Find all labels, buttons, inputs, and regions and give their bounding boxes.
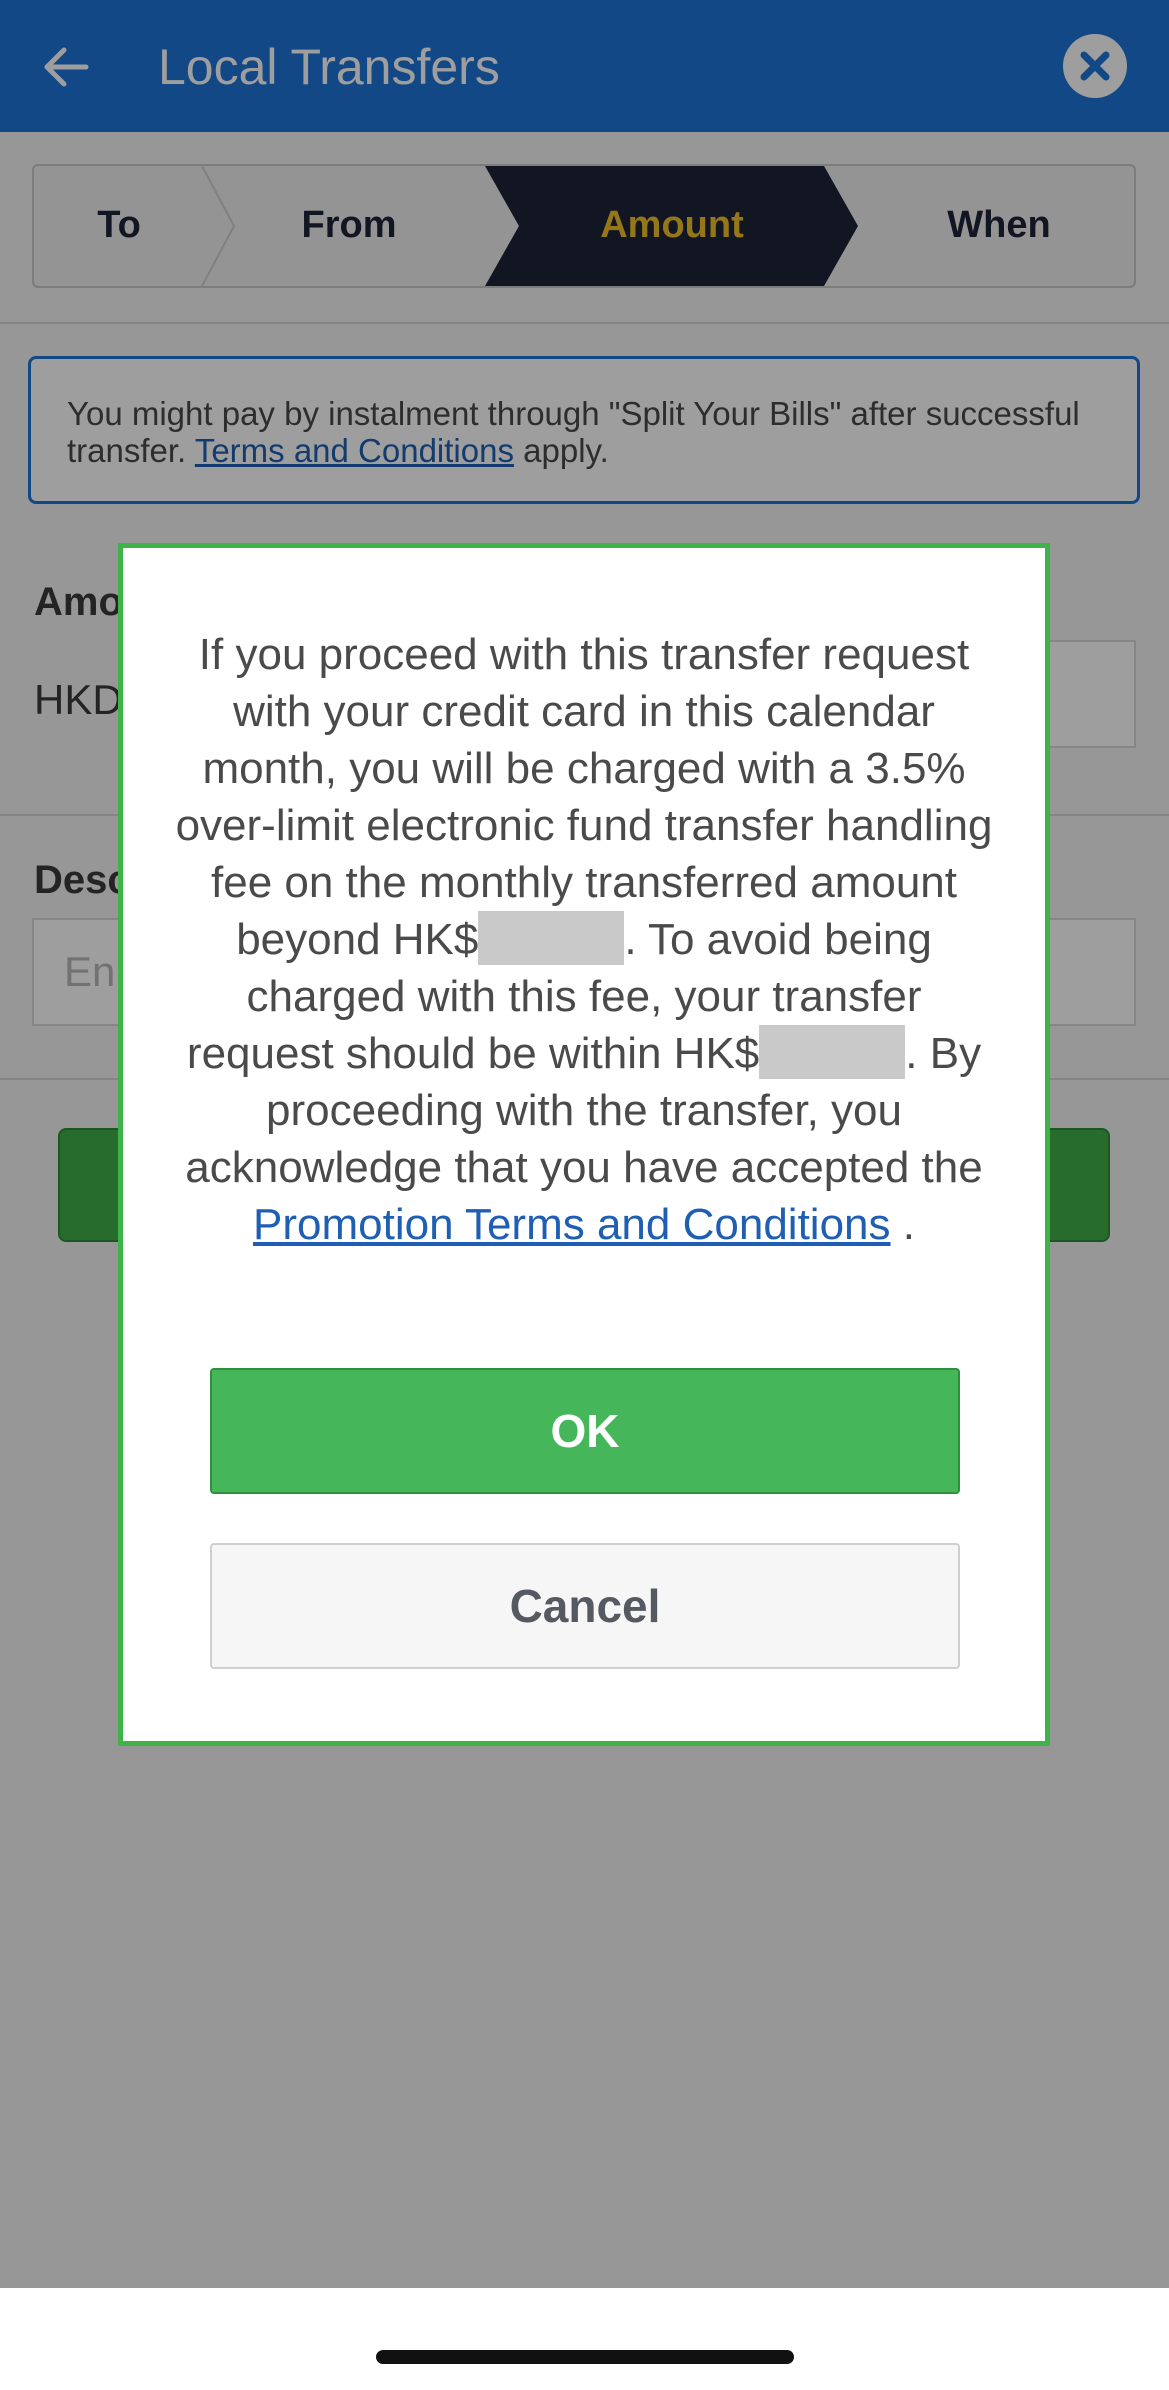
over-limit-fee-dialog: If you proceed with this transfer reques… <box>118 543 1050 1746</box>
masked-amount <box>478 911 625 966</box>
promotion-terms-link[interactable]: Promotion Terms and Conditions <box>253 1200 891 1249</box>
ok-button[interactable]: OK <box>210 1368 960 1494</box>
dialog-message: If you proceed with this transfer reques… <box>173 626 995 1253</box>
home-indicator <box>376 2350 794 2364</box>
cancel-button[interactable]: Cancel <box>210 1543 960 1669</box>
masked-amount <box>759 1025 906 1080</box>
message-end: . <box>902 1200 915 1249</box>
